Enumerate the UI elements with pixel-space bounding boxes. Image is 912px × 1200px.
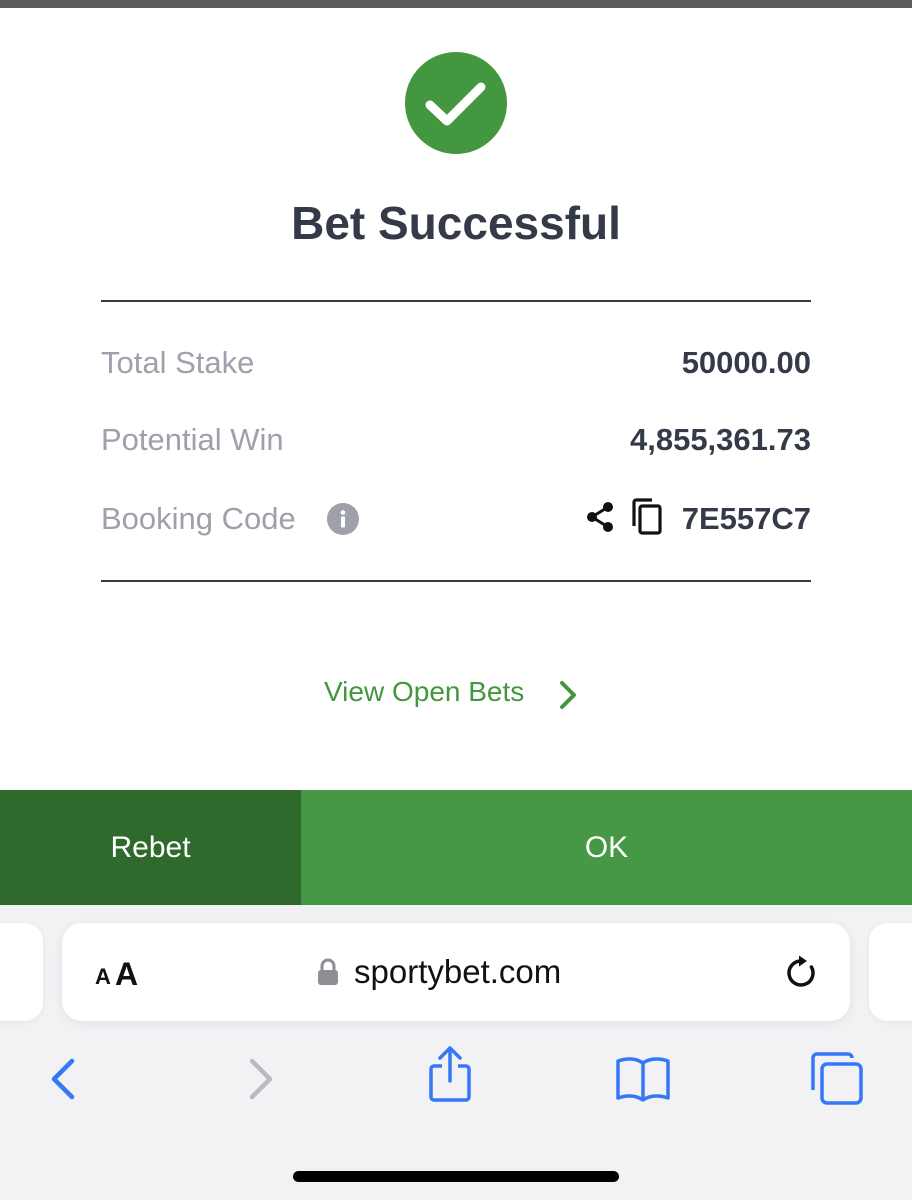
copy-icon[interactable] [630, 497, 666, 542]
potential-win-label: Potential Win [101, 422, 284, 457]
potential-win-value: 4,855,361.73 [629, 422, 811, 457]
bookmarks-icon[interactable] [614, 1055, 672, 1108]
chevron-right-icon [555, 678, 581, 717]
text-size-button[interactable]: A [115, 956, 138, 993]
divider-top [101, 300, 811, 302]
share-icon[interactable] [583, 500, 617, 539]
tabs-icon[interactable] [808, 1050, 866, 1113]
text-size-small-label: A [95, 964, 111, 989]
view-open-bets-label: View Open Bets [324, 676, 525, 707]
ok-button[interactable]: OK [301, 790, 912, 905]
forward-icon [246, 1057, 276, 1106]
address-bar[interactable]: A A sportybet.com [62, 923, 850, 1021]
browser-chrome: A A sportybet.com [0, 905, 912, 1200]
total-stake-label: Total Stake [101, 345, 255, 380]
view-open-bets-link[interactable]: View Open Bets [0, 676, 912, 716]
home-indicator [293, 1171, 619, 1182]
share-sheet-icon[interactable] [426, 1045, 474, 1110]
rebet-button[interactable]: Rebet [0, 790, 301, 905]
booking-code-value[interactable]: 7E557C7 [682, 501, 811, 537]
dialog-title: Bet Successful [291, 197, 621, 249]
total-stake-value: 50000.00 [681, 345, 811, 380]
previous-tab-preview[interactable] [0, 923, 43, 1021]
back-icon[interactable] [48, 1057, 78, 1106]
top-status-strip [0, 0, 912, 8]
reload-icon[interactable] [782, 954, 820, 997]
info-icon[interactable] [327, 503, 359, 535]
lock-icon [316, 957, 340, 992]
divider-bottom [101, 580, 811, 582]
url-text[interactable]: sportybet.com [354, 953, 561, 991]
check-circle-icon [405, 52, 507, 154]
next-tab-preview[interactable] [869, 923, 912, 1021]
booking-code-label: Booking Code [101, 501, 296, 536]
